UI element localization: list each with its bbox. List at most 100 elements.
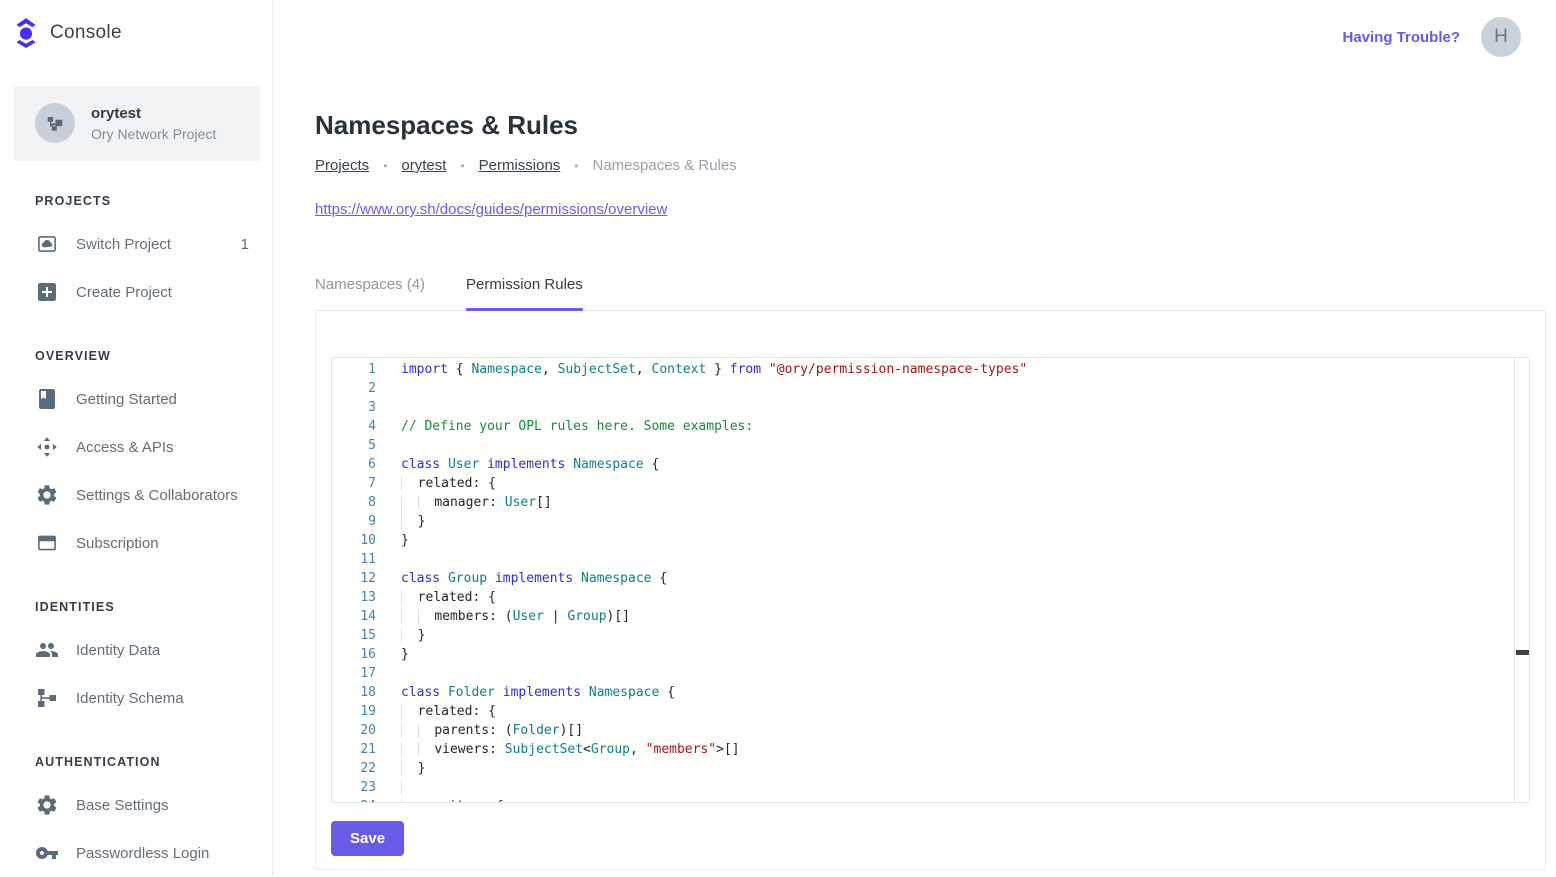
line-content: related: { <box>401 474 496 493</box>
code-line: 5 <box>332 436 1529 455</box>
tab-namespaces-4[interactable]: Namespaces (4) <box>315 276 425 310</box>
line-content: related: { <box>401 588 496 607</box>
line-content: related: { <box>401 702 496 721</box>
line-number: 16 <box>332 645 376 664</box>
project-tree-icon <box>44 112 66 134</box>
tab-bar: Namespaces (4) Permission Rules <box>315 276 1546 311</box>
breadcrumb-namespaces-rules: Namespaces & Rules <box>593 157 737 174</box>
getting-started-icon <box>35 387 59 411</box>
project-selector[interactable]: orytest Ory Network Project <box>14 86 260 161</box>
sidebar-item-passwordless-login[interactable]: Passwordless Login <box>0 829 272 877</box>
line-number: 20 <box>332 721 376 740</box>
line-number: 5 <box>332 436 376 455</box>
code-line: 12class Group implements Namespace { <box>332 569 1529 588</box>
ory-logo-icon <box>14 17 38 48</box>
tab-panel: 1import { Namespace, SubjectSet, Context… <box>315 311 1546 870</box>
code-lines: 1import { Namespace, SubjectSet, Context… <box>332 360 1529 803</box>
app-logo[interactable]: Console <box>0 0 272 62</box>
breadcrumb-separator: • <box>574 159 578 173</box>
scrollbar-thumb[interactable] <box>1516 650 1529 655</box>
base-settings-icon <box>35 793 59 817</box>
breadcrumb-separator: • <box>383 159 387 173</box>
sidebar-item-settings-collaborators[interactable]: Settings & Collaborators <box>0 471 272 519</box>
line-number: 8 <box>332 493 376 512</box>
code-line: 19 related: { <box>332 702 1529 721</box>
line-number: 17 <box>332 664 376 683</box>
sidebar-item-identity-schema[interactable]: Identity Schema <box>0 674 272 722</box>
project-count-badge: 1 <box>241 236 249 253</box>
subscription-icon <box>35 531 59 555</box>
code-line: 7 related: { <box>332 474 1529 493</box>
save-button[interactable]: Save <box>331 821 404 856</box>
project-avatar <box>35 103 75 143</box>
sidebar-item-access-apis[interactable]: Access & APIs <box>0 423 272 471</box>
code-line: 16} <box>332 645 1529 664</box>
project-type: Ory Network Project <box>91 126 216 142</box>
sidebar-section-title: OVERVIEW <box>35 349 272 363</box>
breadcrumb: Projects•orytest•Permissions•Namespaces … <box>315 157 1546 174</box>
sidebar-item-label: Access & APIs <box>76 439 174 456</box>
sidebar-item-switch-project[interactable]: Switch Project1 <box>0 220 272 268</box>
line-number: 7 <box>332 474 376 493</box>
line-content: } <box>401 531 409 550</box>
code-line: 23 <box>332 778 1529 797</box>
line-content: viewers: SubjectSet<Group, "members">[] <box>401 740 740 759</box>
code-line: 2 <box>332 379 1529 398</box>
line-content: class Group implements Namespace { <box>401 569 667 588</box>
opl-code-editor[interactable]: 1import { Namespace, SubjectSet, Context… <box>331 357 1530 803</box>
line-content: parents: (Folder)[] <box>401 721 583 740</box>
having-trouble-link[interactable]: Having Trouble? <box>1342 29 1460 46</box>
identity-data-icon <box>35 638 59 662</box>
tab-permission-rules[interactable]: Permission Rules <box>466 276 583 310</box>
sidebar: Console orytest Ory Network Project PROJ… <box>0 0 273 876</box>
line-number: 14 <box>332 607 376 626</box>
code-line: 24 permits = { <box>332 797 1529 803</box>
line-number: 21 <box>332 740 376 759</box>
app-title: Console <box>50 22 122 44</box>
code-line: 9 } <box>332 512 1529 531</box>
code-line: 15 } <box>332 626 1529 645</box>
sidebar-item-create-project[interactable]: Create Project <box>0 268 272 316</box>
code-line: 18class Folder implements Namespace { <box>332 683 1529 702</box>
sidebar-section-title: PROJECTS <box>35 194 272 208</box>
line-content: manager: User[] <box>401 493 552 512</box>
line-content: class User implements Namespace { <box>401 455 659 474</box>
code-line: 14 members: (User | Group)[] <box>332 607 1529 626</box>
breadcrumb-projects[interactable]: Projects <box>315 157 369 174</box>
docs-link[interactable]: https://www.ory.sh/docs/guides/permissio… <box>315 201 667 218</box>
line-number: 6 <box>332 455 376 474</box>
line-number: 11 <box>332 550 376 569</box>
sidebar-item-subscription[interactable]: Subscription <box>0 519 272 567</box>
code-line: 20 parents: (Folder)[] <box>332 721 1529 740</box>
code-line: 6 class User implements Namespace { <box>332 455 1529 474</box>
page-content: Namespaces & Rules Projects • orytest • Perm… <box>315 110 1546 870</box>
project-name: orytest <box>91 105 216 122</box>
line-content: } <box>401 759 425 778</box>
editor-scrollbar[interactable] <box>1514 358 1529 802</box>
line-content: } <box>401 645 409 664</box>
line-content: // Define your OPL rules here. Some exam… <box>401 417 753 436</box>
sidebar-item-label: Subscription <box>76 535 159 552</box>
sidebar-item-base-settings[interactable]: Base Settings <box>0 781 272 829</box>
line-number: 13 <box>332 588 376 607</box>
user-avatar[interactable]: H <box>1481 17 1521 57</box>
settings-collaborators-icon <box>35 483 59 507</box>
topbar: Having Trouble? H <box>274 0 1556 74</box>
code-line: 8 manager: User[] <box>332 493 1529 512</box>
line-number: 24 <box>332 797 376 803</box>
breadcrumb-permissions[interactable]: Permissions <box>479 157 561 174</box>
sidebar-item-getting-started[interactable]: Getting Started <box>0 375 272 423</box>
line-number: 4 <box>332 417 376 436</box>
line-number: 9 <box>332 512 376 531</box>
code-line: 11 <box>332 550 1529 569</box>
code-line: 21 viewers: SubjectSet<Group, "members">… <box>332 740 1529 759</box>
line-number: 18 <box>332 683 376 702</box>
sidebar-item-identity-data[interactable]: Identity Data <box>0 626 272 674</box>
breadcrumb-orytest[interactable]: orytest <box>401 157 446 174</box>
code-line: 17 <box>332 664 1529 683</box>
main-area: Having Trouble? H Namespaces & Rules Pro… <box>274 0 1556 876</box>
line-number: 1 <box>332 360 376 379</box>
sidebar-section-title: AUTHENTICATION <box>35 755 272 769</box>
sidebar-item-label: Settings & Collaborators <box>76 487 238 504</box>
passwordless-login-icon <box>35 841 59 865</box>
